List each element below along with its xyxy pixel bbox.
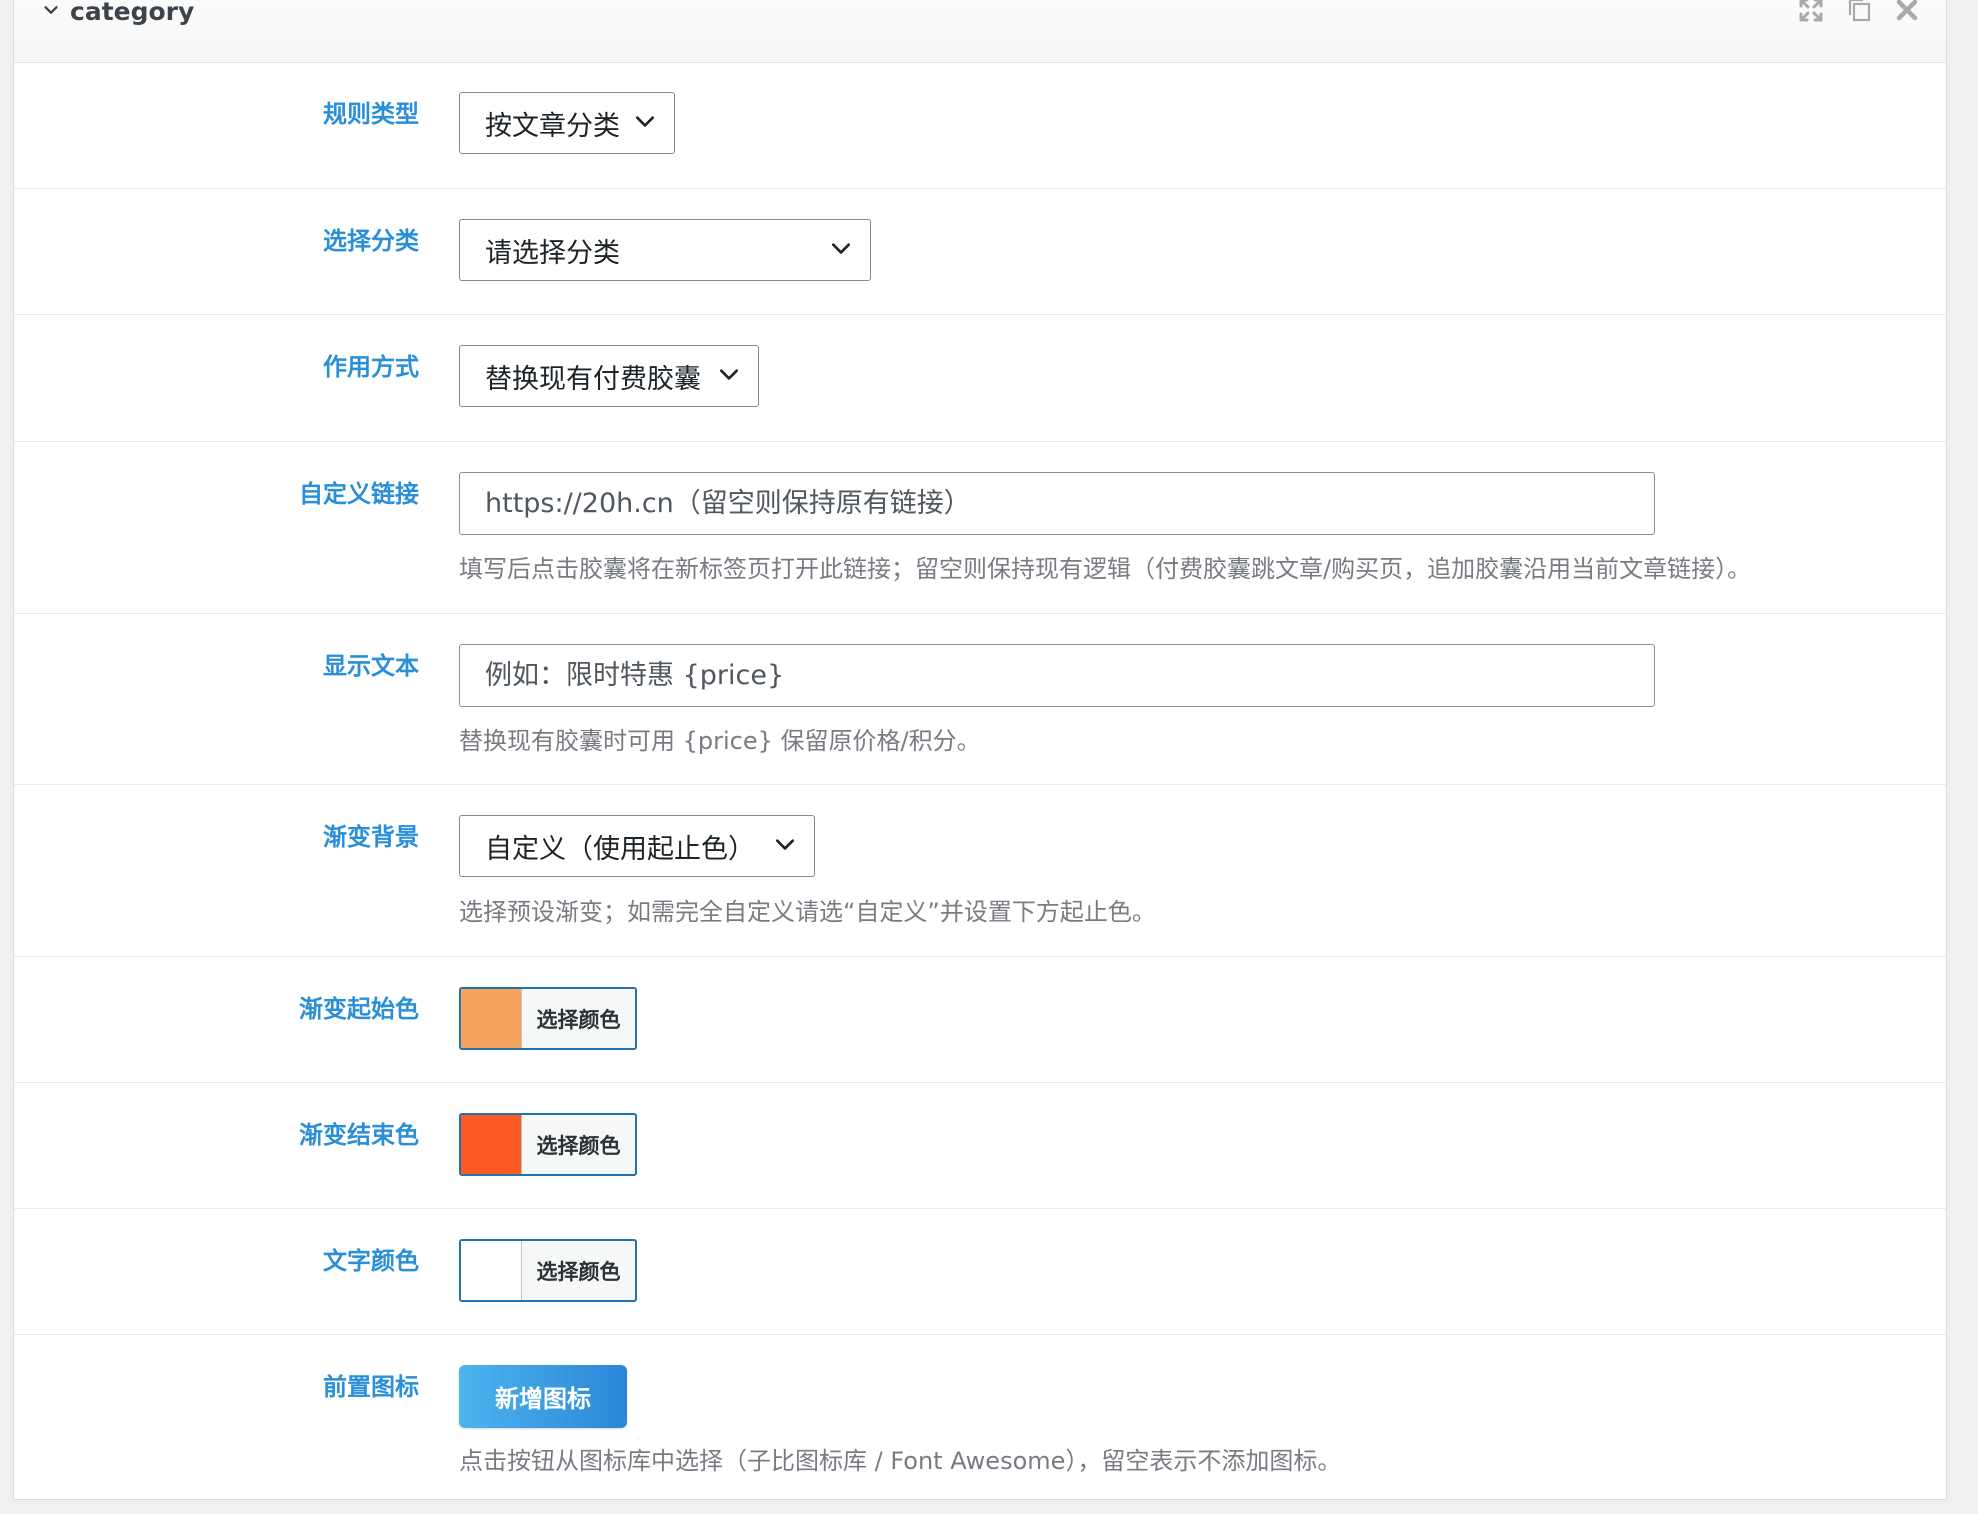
row-custom-link: 自定义链接 填写后点击胶囊将在新标签页打开此链接；留空则保持现有逻辑（付费胶囊跳… [14,442,1946,614]
custom-link-help: 填写后点击胶囊将在新标签页打开此链接；留空则保持现有逻辑（付费胶囊跳文章/购买页… [459,555,1752,583]
text-color-label: 文字颜色 [323,1247,419,1275]
row-gradient-start: 渐变起始色 选择颜色 [14,957,1946,1083]
choose-color-label: 选择颜色 [536,1259,621,1284]
row-category: 选择分类 请选择分类 [14,189,1946,315]
gradient-bg-label: 渐变背景 [323,823,419,851]
gradient-start-swatch [461,989,522,1048]
mode-value: 替换现有付费胶囊 [485,363,701,395]
rule-type-select[interactable]: 按文章分类 [459,92,675,154]
chevron-down-icon [770,831,796,862]
panel-header: category [14,0,1946,63]
prefix-icon-help: 点击按钮从图标库中选择（子比图标库 / Font Awesome），留空表示不添… [459,1447,1342,1475]
custom-link-label: 自定义链接 [299,480,419,508]
gradient-end-swatch [461,1115,522,1174]
rule-type-label: 规则类型 [323,100,419,128]
row-gradient-bg: 渐变背景 自定义（使用起止色） 选择预设渐变；如需完全自定义请选“自定义”并设置… [14,785,1946,957]
text-color-picker[interactable]: 选择颜色 [459,1239,637,1302]
row-prefix-icon: 前置图标 新增图标 点击按钮从图标库中选择（子比图标库 / Font Aweso… [14,1335,1946,1500]
row-mode: 作用方式 替换现有付费胶囊 [14,315,1946,442]
chevron-down-icon [42,1,60,23]
duplicate-icon[interactable] [1846,0,1872,23]
category-rule-panel: category 规则类型 按文章分类 选择分类 请选择分类 作用方式 替换现有… [13,0,1947,1500]
rule-type-value: 按文章分类 [485,110,620,142]
display-text-input[interactable] [459,644,1655,707]
panel-title: category [70,0,195,26]
gradient-start-label: 渐变起始色 [299,995,419,1023]
row-display-text: 显示文本 替换现有胶囊时可用 {price} 保留原价格/积分。 [14,614,1946,785]
choose-color-label: 选择颜色 [536,1133,621,1158]
category-select[interactable]: 请选择分类 [459,219,871,281]
gradient-bg-help: 选择预设渐变；如需完全自定义请选“自定义”并设置下方起止色。 [459,898,1156,926]
gradient-end-color-picker[interactable]: 选择颜色 [459,1113,637,1176]
prefix-icon-label: 前置图标 [323,1373,419,1401]
display-text-label: 显示文本 [323,652,419,680]
category-label: 选择分类 [323,227,419,255]
text-color-swatch [461,1241,522,1300]
expand-icon[interactable] [1798,0,1824,23]
gradient-bg-value: 自定义（使用起止色） [485,833,755,865]
gradient-start-color-picker[interactable]: 选择颜色 [459,987,637,1050]
row-rule-type: 规则类型 按文章分类 [14,62,1946,189]
mode-select[interactable]: 替换现有付费胶囊 [459,345,759,407]
gradient-bg-select[interactable]: 自定义（使用起止色） [459,815,815,877]
chevron-down-icon [630,108,656,139]
chevron-down-icon [826,235,852,266]
row-gradient-end: 渐变结束色 选择颜色 [14,1083,1946,1209]
panel-actions [1798,0,1920,23]
delete-icon[interactable] [1894,0,1920,23]
choose-color-label: 选择颜色 [536,1007,621,1032]
gradient-end-label: 渐变结束色 [299,1121,419,1149]
chevron-down-icon [714,361,740,392]
display-text-help: 替换现有胶囊时可用 {price} 保留原价格/积分。 [459,727,981,755]
row-text-color: 文字颜色 选择颜色 [14,1209,1946,1335]
custom-link-input[interactable] [459,472,1655,535]
collapse-toggle[interactable]: category [42,0,194,26]
add-icon-button[interactable]: 新增图标 [459,1365,627,1428]
mode-label: 作用方式 [323,353,419,381]
category-value: 请选择分类 [485,237,620,269]
